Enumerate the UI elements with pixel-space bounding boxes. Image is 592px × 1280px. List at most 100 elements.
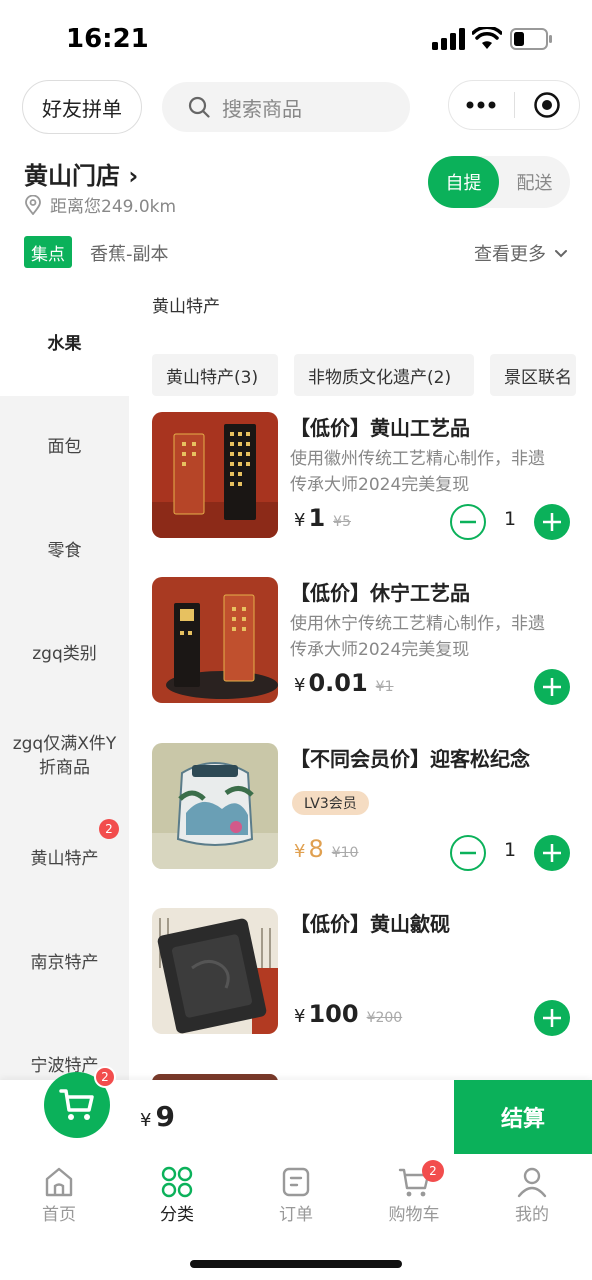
sidebar-item-fruit[interactable]: 水果: [0, 332, 129, 356]
plus-icon: [543, 1009, 561, 1027]
total-value: 9: [155, 1100, 175, 1133]
more-button[interactable]: [449, 101, 514, 109]
sidebar-item-zgq-discount[interactable]: zgq仅满X件Y折商品: [0, 732, 129, 780]
sidebar-item-nanjing[interactable]: 南京特产: [0, 951, 129, 975]
tab-category[interactable]: 分类: [127, 1166, 227, 1225]
product-card[interactable]: 【低价】休宁工艺品 使用休宁传统工艺精心制作，非遗传承大师2024完美复现 ¥ …: [152, 577, 582, 707]
plus-button[interactable]: [534, 504, 570, 540]
original-price: ¥10: [331, 845, 359, 861]
user-icon: [517, 1167, 547, 1198]
tab-label: 订单: [279, 1205, 313, 1225]
search-input[interactable]: 搜索商品: [162, 82, 410, 132]
view-more-link[interactable]: 查看更多: [474, 240, 568, 266]
cart-tab-badge: 2: [422, 1160, 444, 1182]
distance-text: 距离您249.0km: [50, 197, 177, 217]
product-desc: 使用徽州传统工艺精心制作，非遗传承大师2024完美复现: [290, 449, 545, 495]
search-icon: [188, 96, 210, 118]
product-image: [152, 908, 278, 1034]
signal-icon: [432, 28, 465, 50]
tab-label: 购物车: [388, 1205, 440, 1225]
plus-button[interactable]: [534, 1000, 570, 1036]
sidebar-badge: 2: [99, 819, 119, 839]
minus-button[interactable]: [450, 835, 486, 871]
checkout-button[interactable]: 结算: [454, 1080, 592, 1154]
plus-icon: [543, 678, 561, 696]
tab-label: 我的: [515, 1205, 549, 1225]
status-time: 16:21: [66, 24, 149, 54]
chip-scenic[interactable]: 景区联名: [490, 354, 576, 396]
tab-label: 分类: [160, 1205, 194, 1225]
delivery-mode-toggle: 自提 配送: [428, 156, 570, 208]
order-icon: [282, 1167, 310, 1197]
miniprogram-capsule: [448, 80, 580, 130]
currency-symbol: ¥: [294, 675, 306, 696]
chip-heritage[interactable]: 非物质文化遗产(2): [294, 354, 474, 396]
product-price: ¥ 0.01 ¥1: [294, 669, 394, 697]
product-price: ¥ 1 ¥5: [294, 504, 351, 532]
member-level-badge: LV3会员: [292, 791, 369, 815]
product-name: 【低价】黄山歙砚: [290, 912, 450, 936]
sidebar-item-snacks[interactable]: 零食: [0, 539, 129, 563]
currency-symbol: ¥: [294, 841, 306, 862]
product-price: ¥ 100 ¥200: [294, 1000, 402, 1028]
product-card[interactable]: 【不同会员价】迎客松纪念 LV3会员 ¥ 8 ¥10 1: [152, 743, 582, 873]
location-pin-icon: [25, 194, 41, 215]
tab-orders[interactable]: 订单: [246, 1166, 346, 1225]
cart-total: ¥ 9: [140, 1100, 175, 1133]
minus-icon: [460, 520, 476, 524]
original-price: ¥1: [375, 679, 394, 695]
currency-symbol: ¥: [294, 510, 306, 531]
tab-cart[interactable]: 2 购物车: [364, 1160, 464, 1225]
currency-symbol: ¥: [294, 1006, 306, 1027]
close-miniprogram-button[interactable]: [515, 91, 580, 119]
product-card[interactable]: 【低价】黄山歙砚 ¥ 100 ¥200: [152, 908, 582, 1038]
sidebar-item-huangshan[interactable]: 黄山特产: [0, 847, 129, 871]
plus-icon: [543, 513, 561, 531]
battery-icon: [510, 28, 552, 50]
minus-icon: [460, 851, 476, 855]
price-value: 1: [308, 504, 326, 532]
sidebar-item-bread[interactable]: 面包: [0, 435, 129, 459]
chip-huangshan[interactable]: 黄山特产(3): [152, 354, 278, 396]
plus-button[interactable]: [534, 835, 570, 871]
cart-count-badge: 2: [94, 1066, 116, 1088]
currency-symbol: ¥: [140, 1110, 152, 1131]
product-name: 【不同会员价】迎客松纪念: [290, 747, 530, 771]
view-more-label: 查看更多: [474, 244, 546, 265]
delivery-option[interactable]: 配送: [499, 156, 570, 208]
price-value: 8: [308, 835, 324, 863]
chevron-down-icon: [555, 249, 567, 257]
target-circle-icon: [534, 92, 560, 118]
product-price: ¥ 8 ¥10: [294, 835, 358, 863]
plus-icon: [543, 844, 561, 862]
tab-home[interactable]: 首页: [9, 1166, 109, 1225]
store-name[interactable]: 黄山门店 ›: [24, 156, 138, 191]
wifi-icon: [472, 27, 502, 49]
price-value: 0.01: [308, 669, 368, 697]
minus-button[interactable]: [450, 504, 486, 540]
promo-text: 香蕉-副本: [90, 244, 169, 265]
section-title: 黄山特产: [152, 297, 220, 317]
product-image: [152, 743, 278, 869]
more-dots-icon: [466, 101, 496, 109]
product-image: [152, 577, 278, 703]
tab-profile[interactable]: 我的: [482, 1166, 582, 1225]
quantity-value: 1: [503, 508, 517, 530]
status-bar: 16:21: [0, 0, 592, 78]
product-name: 【低价】黄山工艺品: [290, 416, 470, 440]
price-value: 100: [308, 1000, 359, 1028]
sidebar-item-zgq[interactable]: zgq类别: [0, 642, 129, 666]
quantity-value: 1: [503, 839, 517, 861]
plus-button[interactable]: [534, 669, 570, 705]
pickup-option[interactable]: 自提: [428, 156, 499, 208]
friend-group-button[interactable]: 好友拼单: [22, 80, 142, 134]
product-image: [152, 412, 278, 538]
product-name: 【低价】休宁工艺品: [290, 581, 470, 605]
tab-label: 首页: [42, 1205, 76, 1225]
points-tag: 集点: [24, 236, 72, 268]
product-desc: 使用休宁传统工艺精心制作，非遗传承大师2024完美复现: [290, 614, 545, 660]
category-grid-icon: [161, 1166, 193, 1198]
product-card[interactable]: 【低价】黄山工艺品 使用徽州传统工艺精心制作，非遗传承大师2024完美复现 ¥ …: [152, 412, 582, 542]
original-price: ¥5: [333, 514, 351, 530]
store-distance: 距离您249.0km: [24, 192, 176, 217]
